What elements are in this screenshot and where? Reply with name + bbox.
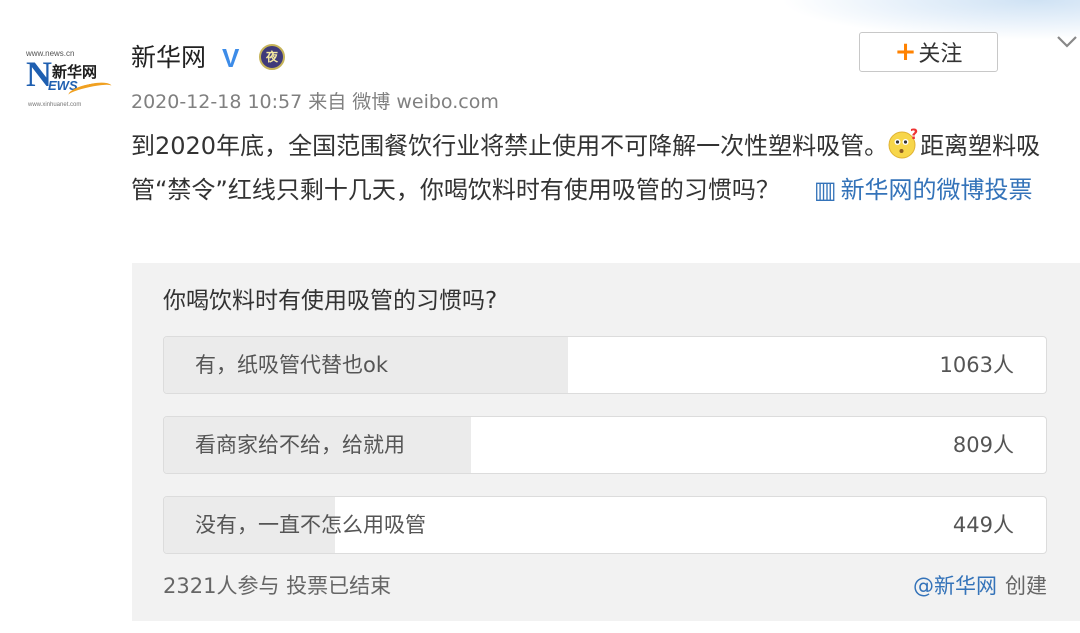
poll-option-2[interactable]: 看商家给不给，给就用 809人 bbox=[163, 416, 1047, 474]
poll-icon: ▥ bbox=[813, 176, 837, 204]
post-meta: 2020-12-18 10:57 来自 微博 weibo.com bbox=[131, 88, 499, 116]
thinking-face-icon: ? bbox=[888, 127, 920, 160]
account-name[interactable]: 新华网 bbox=[131, 40, 206, 76]
post-source: 来自 微博 weibo.com bbox=[308, 91, 499, 113]
post-text: 到2020年底，全国范围餐饮行业将禁止使用不可降解一次性塑料吸管。 ? 距离塑料… bbox=[131, 124, 1071, 212]
avatar[interactable]: www.news.cn N 新华网 EWS www.xinhuanet.com bbox=[24, 44, 113, 112]
poll-card: 你喝饮料时有使用吸管的习惯吗? 有，纸吸管代替也ok 1063人 看商家给不给，… bbox=[132, 263, 1080, 621]
vote-link[interactable]: 新华网的微博投票 bbox=[841, 176, 1033, 204]
timestamp[interactable]: 2020-12-18 10:57 bbox=[131, 91, 302, 113]
plus-icon: + bbox=[894, 37, 917, 67]
poll-option-2-count: 809人 bbox=[952, 433, 1014, 457]
poll-option-1-label: 有，纸吸管代替也ok bbox=[195, 353, 389, 377]
svg-text:?: ? bbox=[910, 128, 918, 143]
chevron-down-icon[interactable] bbox=[1055, 30, 1079, 54]
poll-option-3-count: 449人 bbox=[952, 513, 1014, 537]
verified-icon: V bbox=[222, 43, 240, 73]
poll-option-1-count: 1063人 bbox=[939, 353, 1014, 377]
poll-option-3[interactable]: 没有，一直不怎么用吸管 449人 bbox=[163, 496, 1047, 554]
poll-creator: @新华网 创建 bbox=[913, 571, 1047, 601]
poll-participants: 2321人参与 投票已结束 bbox=[163, 574, 392, 598]
avatar-url-bottom: www.xinhuanet.com bbox=[28, 102, 82, 108]
follow-label: 关注 bbox=[918, 42, 963, 67]
poll-option-1[interactable]: 有，纸吸管代替也ok 1063人 bbox=[163, 336, 1047, 394]
night-badge-icon: 夜 bbox=[259, 44, 285, 70]
follow-button[interactable]: + 关注 bbox=[859, 32, 998, 72]
poll-option-2-label: 看商家给不给，给就用 bbox=[195, 433, 405, 457]
poll-question: 你喝饮料时有使用吸管的习惯吗? bbox=[163, 288, 498, 314]
poll-creator-link[interactable]: @新华网 bbox=[913, 574, 997, 598]
poll-option-3-label: 没有，一直不怎么用吸管 bbox=[195, 513, 426, 537]
poll-created-label: 创建 bbox=[1005, 574, 1047, 598]
post-text-part1: 到2020年底，全国范围餐饮行业将禁止使用不可降解一次性塑料吸管。 bbox=[131, 132, 889, 160]
